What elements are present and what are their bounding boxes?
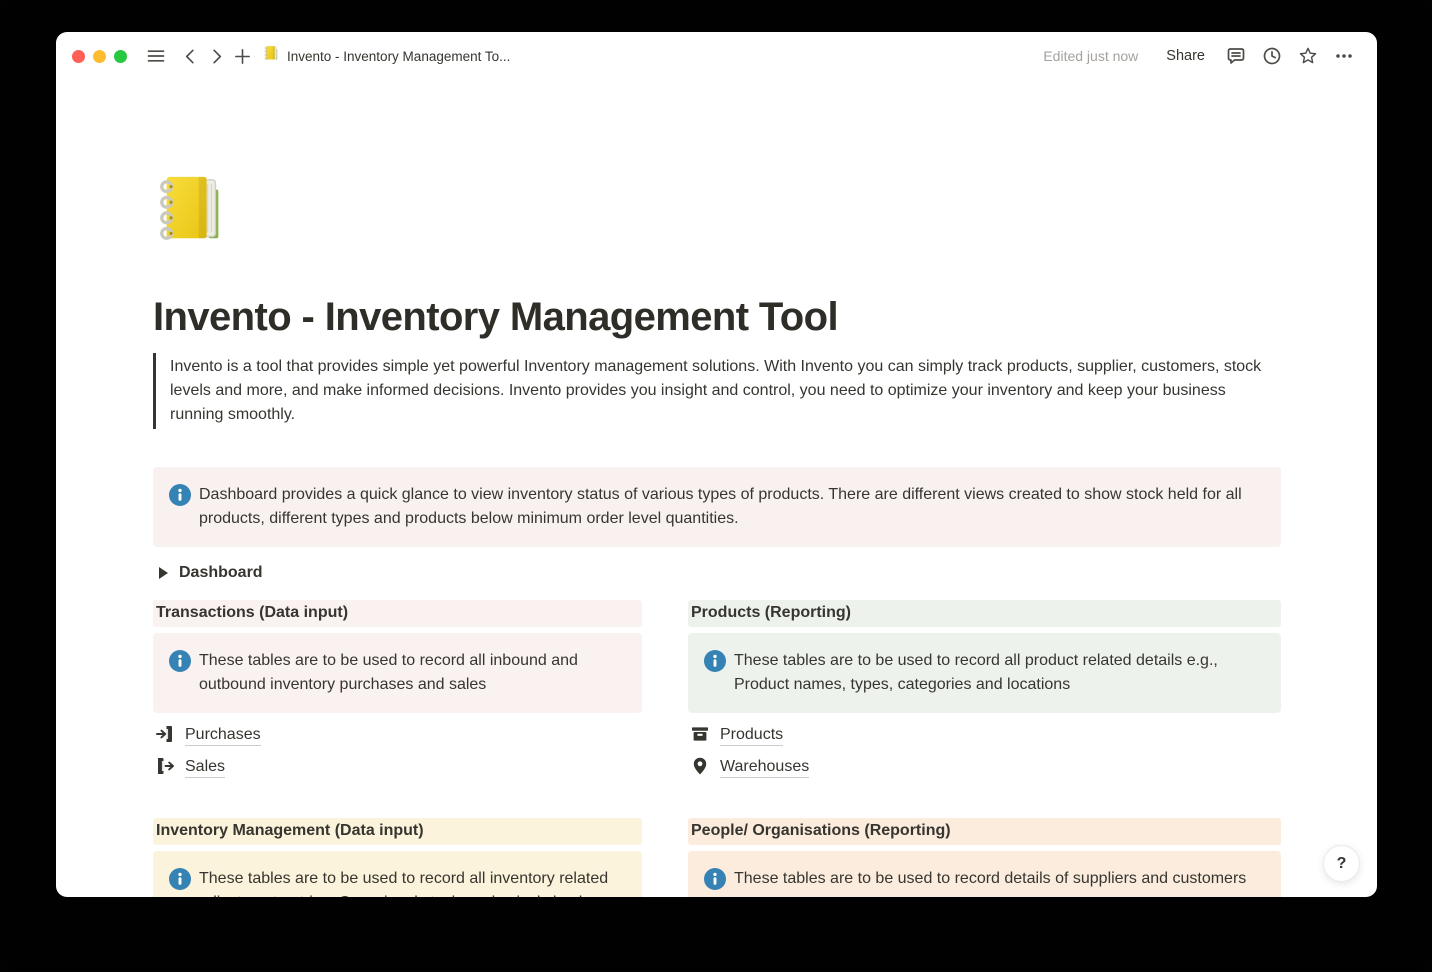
zoom-window-button[interactable] [114, 50, 127, 63]
link-label: Warehouses [720, 758, 809, 778]
link-label: Sales [185, 758, 225, 778]
forward-button[interactable] [203, 43, 229, 69]
tab-title: Invento - Inventory Management To... [287, 49, 510, 64]
minimize-window-button[interactable] [93, 50, 106, 63]
share-button[interactable]: Share [1158, 45, 1213, 67]
info-icon [169, 868, 191, 897]
close-window-button[interactable] [72, 50, 85, 63]
window-titlebar: Invento - Inventory Management To... Edi… [56, 32, 1377, 80]
dashboard-toggle[interactable]: Dashboard [153, 559, 1281, 587]
section-title-people-organisations: People/ Organisations (Reporting) [688, 818, 1281, 845]
archive-box-icon [690, 724, 710, 749]
edited-status: Edited just now [1043, 48, 1138, 64]
section-title-inventory-management: Inventory Management (Data input) [153, 818, 642, 845]
comment-bubble-icon [1226, 46, 1246, 66]
info-icon [169, 484, 191, 531]
section-inventory-management: Inventory Management (Data input) These … [153, 818, 642, 897]
link-label: Products [720, 726, 783, 746]
ledger-notebook-icon [263, 45, 280, 67]
people-organisations-callout-text: These tables are to be used to record de… [734, 867, 1246, 897]
page-link-warehouses[interactable]: Warehouses [688, 753, 1281, 783]
chevron-right-icon [207, 47, 226, 66]
help-button[interactable]: ? [1323, 845, 1360, 882]
page-link-products[interactable]: Products [688, 721, 1281, 751]
new-tab-button[interactable] [229, 43, 255, 69]
map-pin-icon [690, 756, 710, 781]
updates-button[interactable] [1259, 43, 1285, 69]
info-icon [704, 868, 726, 897]
transactions-callout: These tables are to be used to record al… [153, 633, 642, 713]
section-title-products: Products (Reporting) [688, 600, 1281, 627]
sidebar-toggle-button[interactable] [143, 43, 169, 69]
link-label: Purchases [185, 726, 261, 746]
chevron-left-icon [181, 47, 200, 66]
page-icon-ledger-notebook[interactable] [153, 172, 231, 250]
door-arrow-in-icon [155, 724, 175, 749]
section-transactions: Transactions (Data input) These tables a… [153, 600, 642, 785]
plus-icon [233, 47, 252, 66]
page-link-sales[interactable]: Sales [153, 753, 642, 783]
info-icon [704, 650, 726, 697]
dashboard-callout: Dashboard provides a quick glance to vie… [153, 467, 1281, 547]
section-products: Products (Reporting) These tables are to… [688, 600, 1281, 785]
toggle-triangle-icon [159, 567, 168, 579]
door-arrow-out-icon [155, 756, 175, 781]
page-link-purchases[interactable]: Purchases [153, 721, 642, 751]
dashboard-callout-text: Dashboard provides a quick glance to vie… [199, 483, 1265, 531]
star-icon [1298, 46, 1318, 66]
products-callout: These tables are to be used to record al… [688, 633, 1281, 713]
favorite-button[interactable] [1295, 43, 1321, 69]
app-window: Invento - Inventory Management To... Edi… [56, 32, 1377, 897]
section-title-transactions: Transactions (Data input) [153, 600, 642, 627]
transactions-callout-text: These tables are to be used to record al… [199, 649, 626, 697]
page-title[interactable]: Invento - Inventory Management Tool [153, 293, 1281, 341]
people-organisations-callout: These tables are to be used to record de… [688, 851, 1281, 897]
comments-button[interactable] [1223, 43, 1249, 69]
hamburger-menu-icon [146, 46, 166, 66]
more-options-button[interactable] [1331, 43, 1357, 69]
products-callout-text: These tables are to be used to record al… [734, 649, 1265, 697]
breadcrumb-tab[interactable]: Invento - Inventory Management To... [263, 45, 510, 67]
ellipsis-icon [1334, 46, 1354, 66]
back-button[interactable] [177, 43, 203, 69]
traffic-lights [72, 50, 127, 63]
page-content: Invento - Inventory Management Tool Inve… [153, 172, 1281, 897]
inventory-management-callout: These tables are to be used to record al… [153, 851, 642, 897]
inventory-management-callout-text: These tables are to be used to record al… [199, 867, 626, 897]
intro-quote-block: Invento is a tool that provides simple y… [153, 353, 1281, 429]
clock-history-icon [1262, 46, 1282, 66]
dashboard-toggle-label: Dashboard [179, 564, 263, 582]
section-people-organisations: People/ Organisations (Reporting) These … [688, 818, 1281, 897]
info-icon [169, 650, 191, 697]
